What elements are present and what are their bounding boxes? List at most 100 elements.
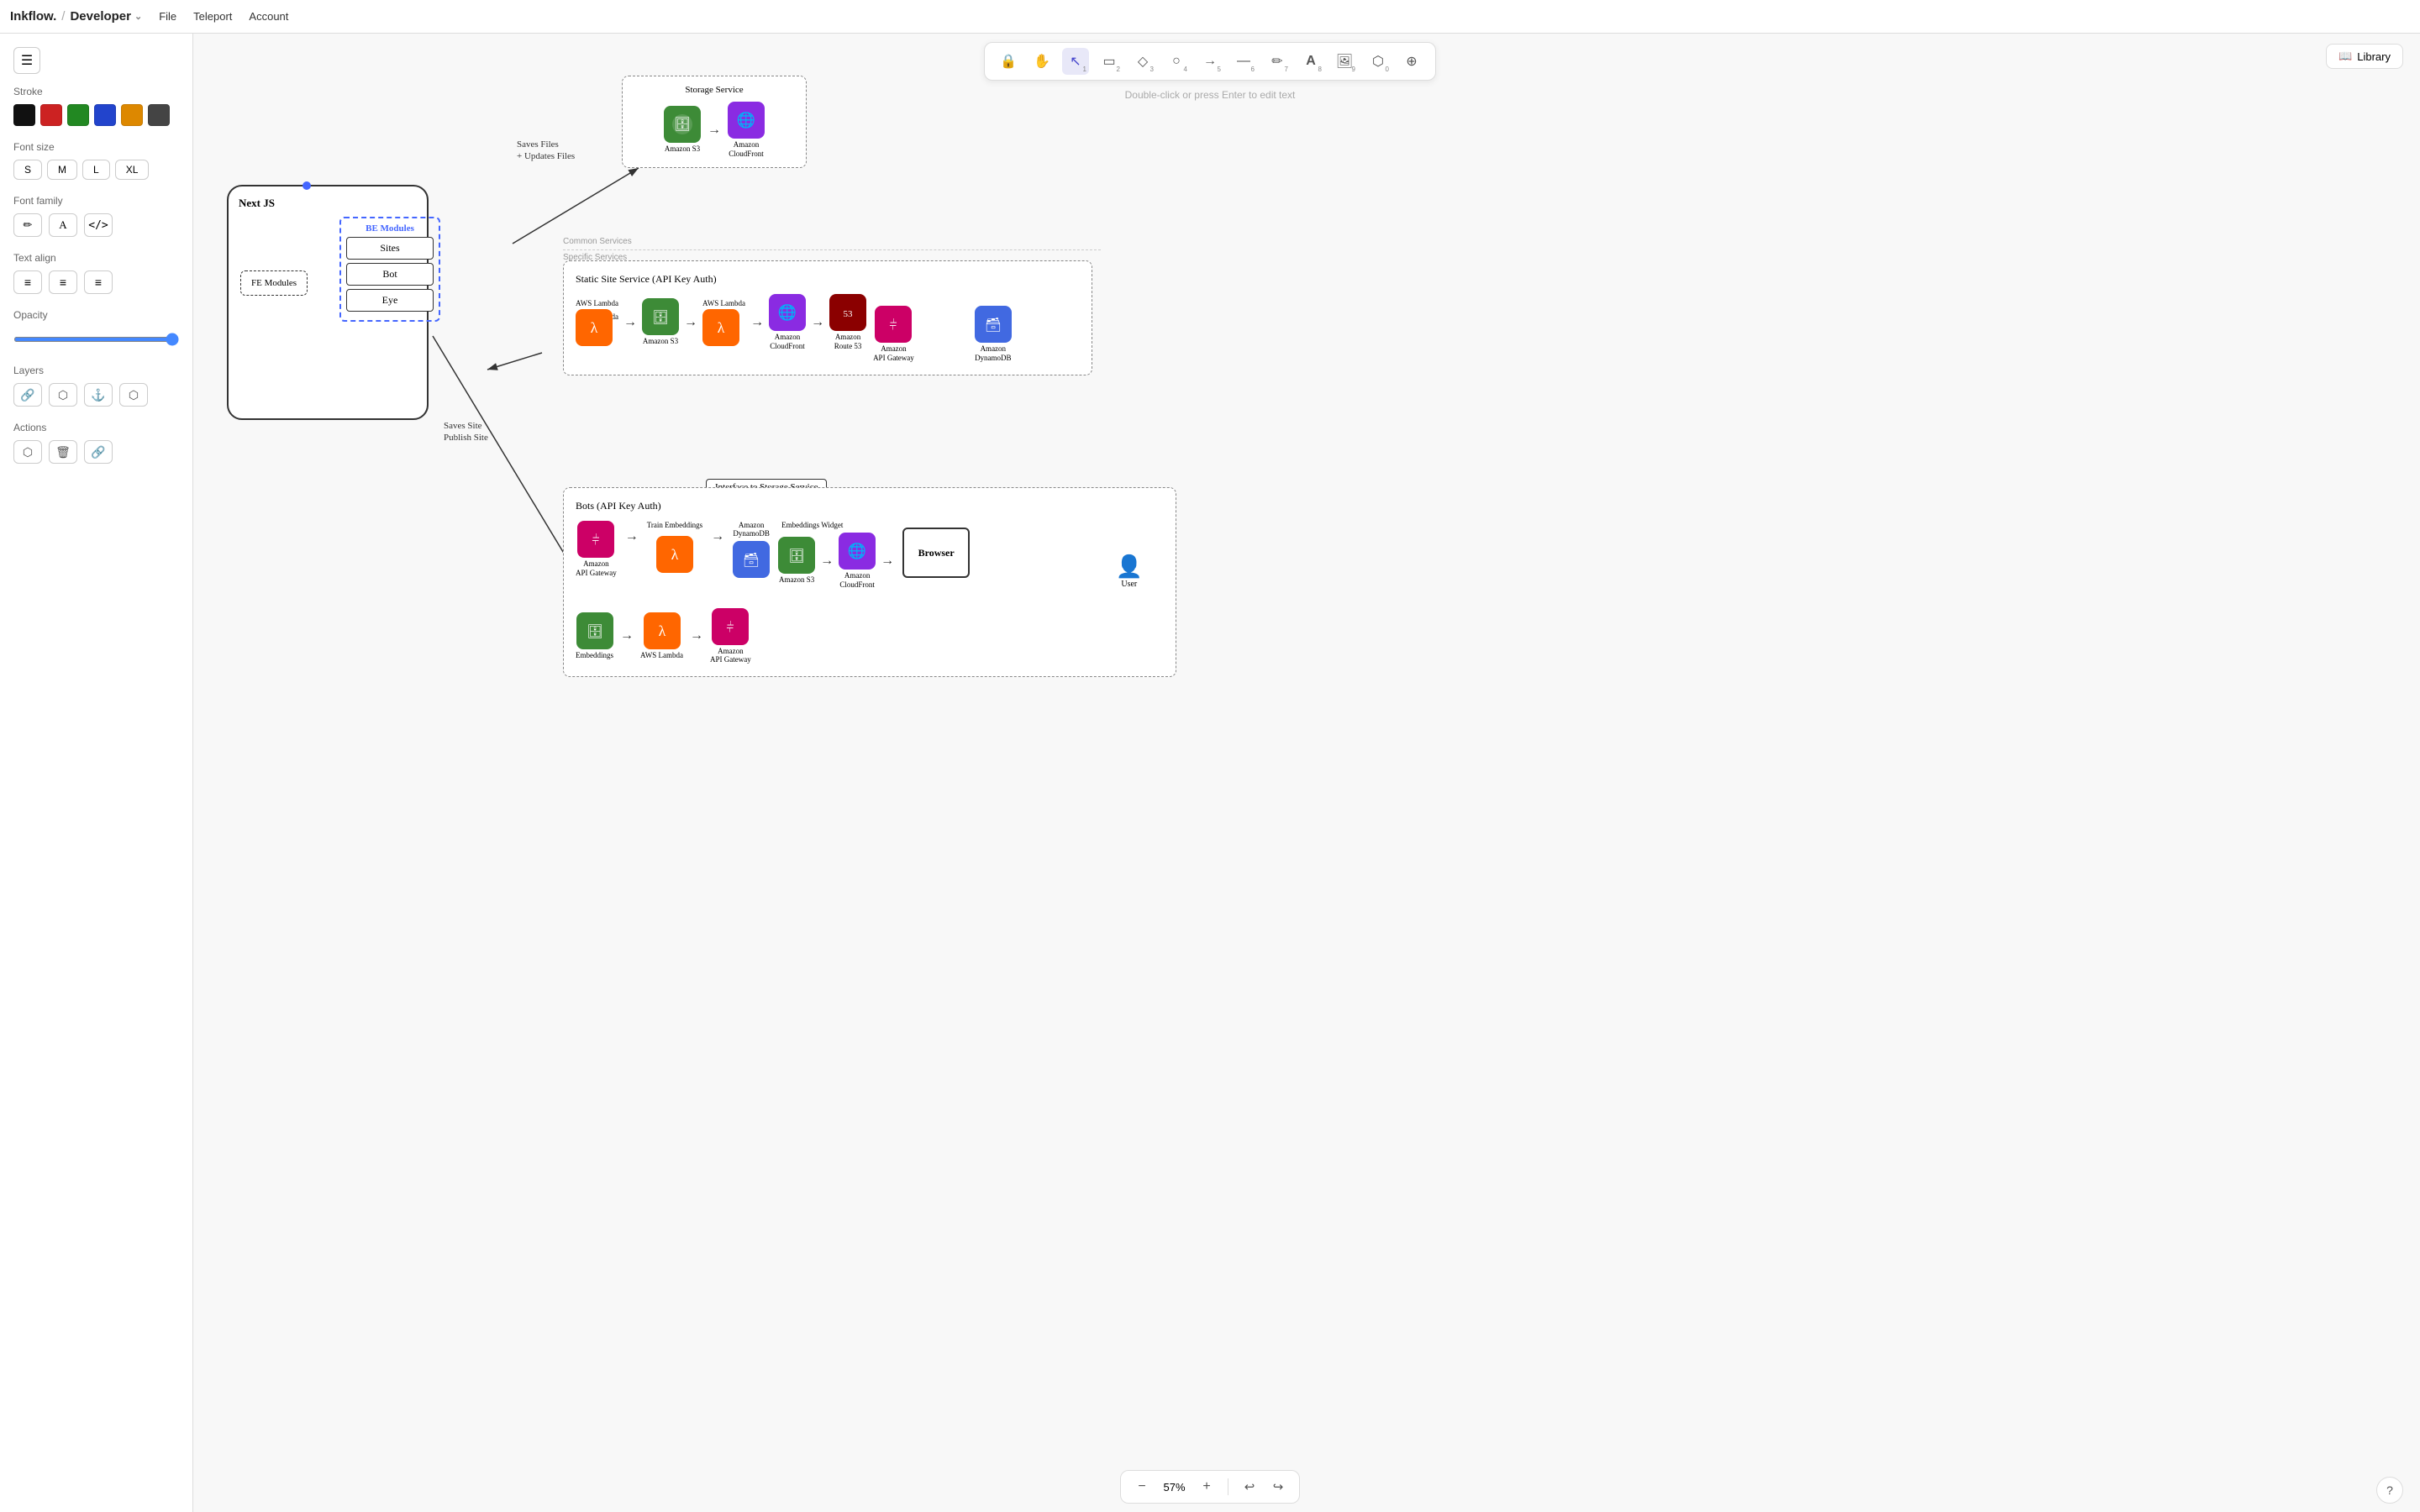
- cf2-label: AmazonCloudFront: [770, 333, 805, 351]
- arrow4: →: [811, 315, 824, 330]
- arrow1: →: [623, 315, 637, 330]
- library-button[interactable]: 📖 Library: [2326, 44, 2403, 69]
- color-red[interactable]: [40, 104, 62, 126]
- svg-text:🌐: 🌐: [778, 303, 797, 321]
- font-serif[interactable]: A: [49, 213, 77, 237]
- bots-apigw2-label: AmazonAPI Gateway: [710, 647, 751, 665]
- fe-modules-box: FE Modules: [240, 270, 308, 296]
- tool-rectangle[interactable]: ▭2: [1096, 48, 1123, 75]
- sites-item: Sites: [346, 237, 434, 260]
- r53-group: 53 AmazonRoute 53: [829, 294, 866, 351]
- apigw-icon: ⫩: [875, 306, 912, 343]
- color-orange[interactable]: [121, 104, 143, 126]
- zoom-in-button[interactable]: +: [1196, 1476, 1218, 1498]
- zoom-out-button[interactable]: −: [1131, 1476, 1153, 1498]
- bots-inner: ⫩ AmazonAPI Gateway → Train Embeddings λ…: [576, 521, 1164, 664]
- saves-site-annotation: Saves SitePublish Site: [444, 420, 488, 444]
- menu-teleport[interactable]: Teleport: [193, 10, 232, 23]
- user-icon: 👤: [1116, 554, 1143, 580]
- tool-hand[interactable]: ✋: [1028, 48, 1055, 75]
- svg-text:λ: λ: [671, 546, 679, 563]
- tool-eraser[interactable]: ⬡0: [1365, 48, 1392, 75]
- cloudfront-icon: 🌐: [728, 102, 765, 139]
- be-modules-container: BE Modules Sites Bot Eye: [289, 217, 390, 322]
- font-size-label: Font size: [13, 141, 179, 153]
- canvas[interactable]: Storage Service 🗄 Amazon S3 → 🌐 AmazonCl…: [193, 34, 2420, 1512]
- embed-widget-label: Embeddings Widget: [781, 521, 843, 529]
- cf2-icon: 🌐: [769, 294, 806, 331]
- eye-item: Eye: [346, 289, 434, 312]
- project-name[interactable]: Developer ⌄: [70, 9, 142, 24]
- cf2-group: 🌐 AmazonCloudFront: [769, 294, 806, 351]
- menu-account[interactable]: Account: [249, 10, 288, 23]
- diagram: Storage Service 🗄 Amazon S3 → 🌐 AmazonCl…: [218, 76, 1143, 731]
- tool-connect[interactable]: ⊕: [1398, 48, 1425, 75]
- undo-button[interactable]: ↩: [1239, 1476, 1260, 1498]
- lambda1-top-label: AWS Lambda: [576, 299, 618, 307]
- menu-file[interactable]: File: [159, 10, 176, 23]
- bots-cf-label: AmazonCloudFront: [839, 571, 875, 590]
- align-left[interactable]: ≡: [13, 270, 42, 294]
- svg-text:🌐: 🌐: [848, 542, 866, 559]
- tool-ellipse[interactable]: ○4: [1163, 48, 1190, 75]
- svg-text:53: 53: [844, 309, 854, 319]
- storage-service-row: 🗄 Amazon S3 → 🌐 AmazonCloudFront: [631, 102, 797, 159]
- svg-text:🗃: 🗃: [743, 553, 760, 568]
- tool-arrow[interactable]: →5: [1197, 48, 1223, 75]
- align-center[interactable]: ≡: [49, 270, 77, 294]
- s3-label: Amazon S3: [665, 144, 700, 154]
- help-button[interactable]: ?: [2376, 1477, 2403, 1504]
- lambda1-group: AWS Lambda λ: [576, 299, 618, 346]
- size-l[interactable]: L: [82, 160, 110, 180]
- bot-item: Bot: [346, 263, 434, 286]
- static-row-bottom: ⫩ AmazonAPI Gateway 🗃 AmazonDynamoDB: [873, 306, 1012, 363]
- tool-select[interactable]: ↖1: [1062, 48, 1089, 75]
- static-site-service-box: Static Site Service (API Key Auth) AWS L…: [563, 260, 1092, 375]
- action-delete[interactable]: 🗑: [49, 440, 77, 464]
- align-right[interactable]: ≡: [84, 270, 113, 294]
- hamburger-button[interactable]: ☰: [13, 47, 40, 74]
- tool-diamond[interactable]: ◇3: [1129, 48, 1156, 75]
- hint-text: Double-click or press Enter to edit text: [1125, 89, 1296, 101]
- text-align-label: Text align: [13, 252, 179, 264]
- storage-service-label: Storage Service: [631, 85, 797, 95]
- layer-anchor[interactable]: ⚓: [84, 383, 113, 407]
- action-link[interactable]: 🔗: [84, 440, 113, 464]
- svg-text:🗃: 🗃: [985, 318, 1002, 333]
- tool-lock[interactable]: 🔒: [995, 48, 1022, 75]
- tool-image[interactable]: 🖼9: [1331, 48, 1358, 75]
- tool-line[interactable]: —6: [1230, 48, 1257, 75]
- tool-pen[interactable]: ✏7: [1264, 48, 1291, 75]
- color-black[interactable]: [13, 104, 35, 126]
- bots-dynamo-icon: 🗃: [733, 541, 770, 578]
- size-s[interactable]: S: [13, 160, 42, 180]
- left-panel: ☰ Stroke Font size S M L XL Font family …: [0, 34, 193, 1512]
- layer-stack[interactable]: ⬡: [119, 383, 148, 407]
- font-handwriting[interactable]: ✏: [13, 213, 42, 237]
- bots-lambda2-label: AWS Lambda: [640, 651, 683, 660]
- bots-label: Bots (API Key Auth): [576, 500, 1164, 512]
- embed-widget-col: Embeddings Widget 🗄 Amazon S3 → 🌐: [778, 521, 894, 590]
- bots-lambda2-group: λ AWS Lambda: [640, 612, 683, 660]
- tool-text[interactable]: A8: [1297, 48, 1324, 75]
- redo-button[interactable]: ↪: [1267, 1476, 1289, 1498]
- zoom-bar: − 57% + ↩ ↪: [1120, 1470, 1300, 1504]
- action-copy[interactable]: ⬡: [13, 440, 42, 464]
- font-code[interactable]: </>: [84, 213, 113, 237]
- layer-copy[interactable]: ⬡: [49, 383, 77, 407]
- svg-text:🗄: 🗄: [652, 310, 669, 325]
- lambda2-icon: λ: [702, 309, 739, 346]
- opacity-slider[interactable]: [13, 337, 179, 342]
- bots-cf-group: 🌐 AmazonCloudFront: [839, 533, 876, 590]
- color-dark[interactable]: [148, 104, 170, 126]
- size-m[interactable]: M: [47, 160, 77, 180]
- color-green[interactable]: [67, 104, 89, 126]
- static-site-label: Static Site Service (API Key Auth): [576, 273, 1080, 286]
- svg-text:λ: λ: [718, 319, 725, 336]
- layer-link[interactable]: 🔗: [13, 383, 42, 407]
- svg-text:🗄: 🗄: [788, 549, 805, 564]
- color-blue[interactable]: [94, 104, 116, 126]
- size-xl[interactable]: XL: [115, 160, 150, 180]
- bots-apigw2-icon: ⫩: [712, 608, 749, 645]
- opacity-label: Opacity: [13, 309, 179, 321]
